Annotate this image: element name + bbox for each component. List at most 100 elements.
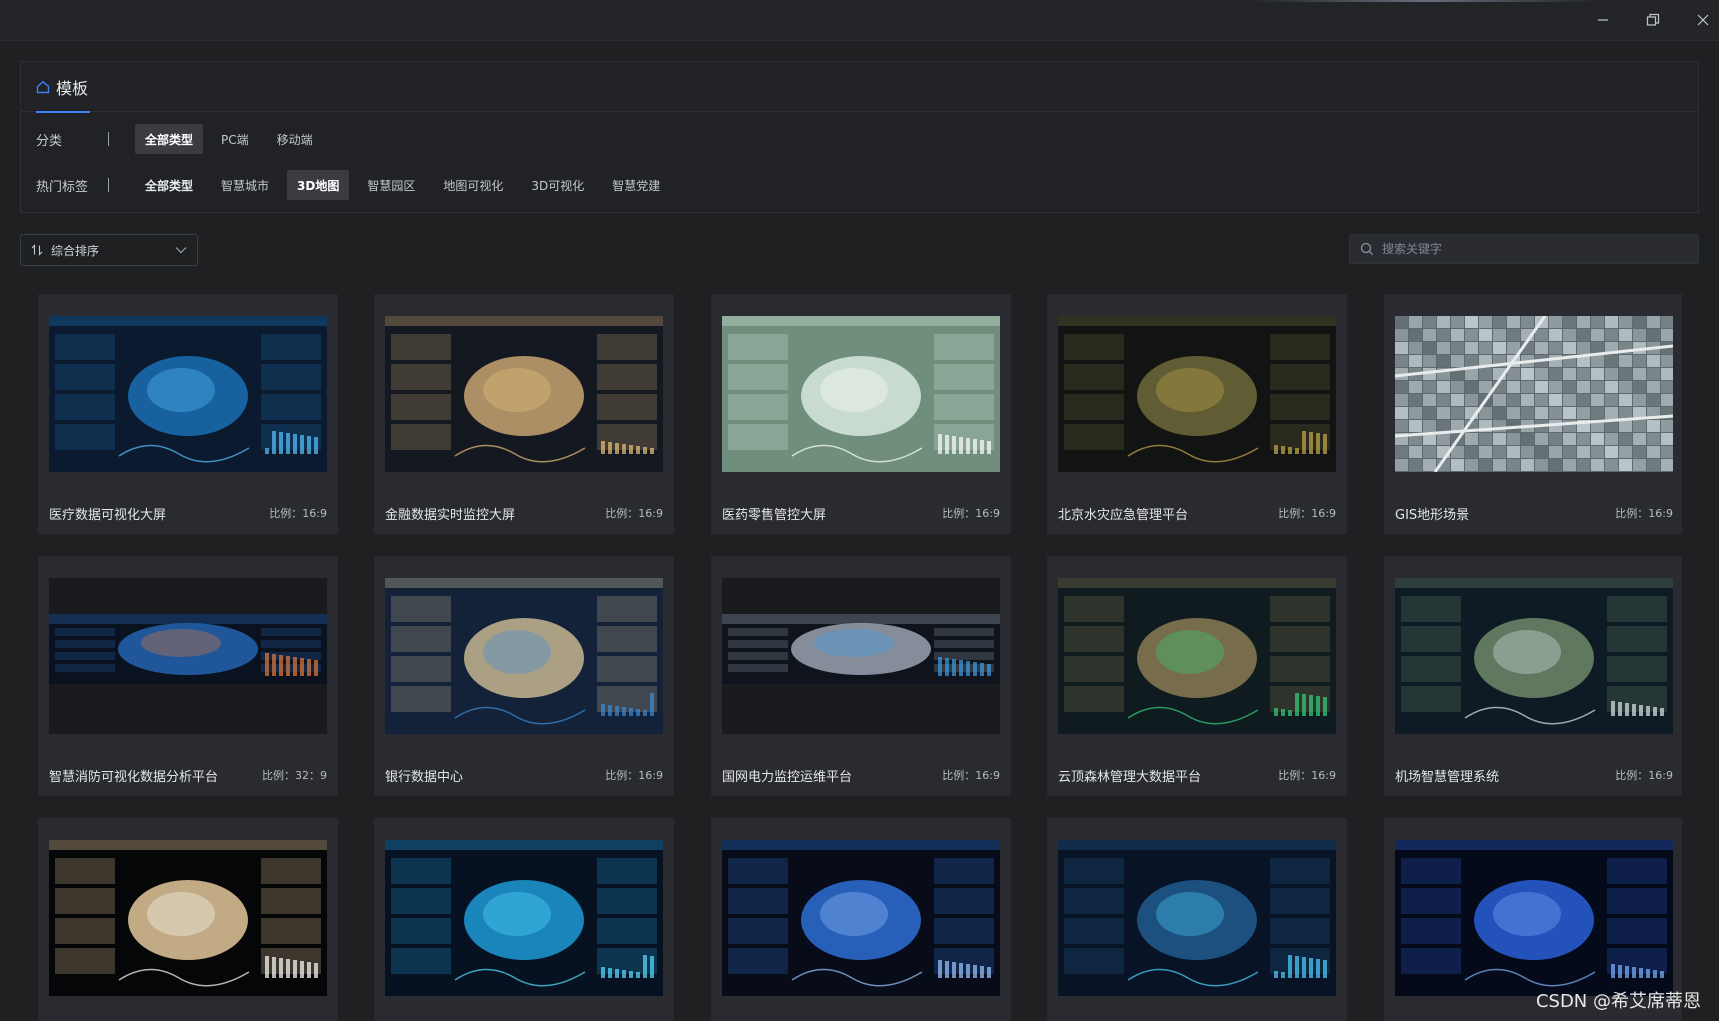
template-ratio: 比例：32：9 [262,769,327,782]
category-row: 分类 全部类型 PC端 移动端 [36,124,331,154]
thumbnail-art [722,578,1000,734]
thumbnail-art [49,316,327,472]
sort-dropdown-label: 综合排序 [51,243,100,258]
template-ratio: 比例：16:9 [1278,769,1336,782]
restore-icon [1646,13,1660,26]
template-card[interactable]: GIS地形场景 比例：16:9 [1384,294,1682,534]
template-card[interactable] [711,818,1011,1021]
template-card[interactable]: 医疗数据可视化大屏 比例：16:9 [38,294,338,534]
template-card[interactable]: 机场智慧管理系统 比例：16:9 [1384,556,1682,796]
category-chip-group: 全部类型 PC端 移动端 [135,124,331,154]
template-thumbnail [385,578,663,734]
template-thumbnail [1058,578,1336,734]
category-chip[interactable]: 移动端 [267,124,323,154]
template-card[interactable]: 智慧消防可视化数据分析平台 比例：32：9 [38,556,338,796]
template-name: 智慧消防可视化数据分析平台 [49,770,219,785]
template-thumbnail [1058,316,1336,472]
template-card[interactable]: 银行数据中心 比例：16:9 [374,556,674,796]
search-input[interactable] [1382,242,1682,256]
template-card[interactable]: 金融数据实时监控大屏 比例：16:9 [374,294,674,534]
template-thumbnail [49,578,327,734]
thumbnail-art [1058,840,1336,996]
thumbnail-art [385,840,663,996]
template-card[interactable]: 国网电力监控运维平台 比例：16:9 [711,556,1011,796]
template-card[interactable]: 医药零售管控大屏 比例：16:9 [711,294,1011,534]
template-ratio: 比例：16:9 [269,507,327,520]
template-ratio: 比例：16:9 [942,507,1000,520]
template-thumbnail [49,840,327,996]
template-card[interactable] [1047,818,1347,1021]
sort-dropdown[interactable]: 综合排序 [20,234,198,266]
thumbnail-art [1058,578,1336,734]
hot-tag-chip-group: 全部类型 智慧城市 3D地图 智慧园区 地图可视化 3D可视化 智慧党建 [135,170,678,200]
minimize-icon [1598,19,1608,21]
template-card[interactable]: 云顶森林管理大数据平台 比例：16:9 [1047,556,1347,796]
watermark: CSDN @希艾席蒂恩 [1535,991,1701,1012]
home-icon [36,80,50,94]
hot-tag-chip[interactable]: 3D可视化 [521,170,594,200]
template-ratio: 比例：16:9 [1615,507,1673,520]
search-box[interactable] [1349,234,1699,264]
template-grid: 医疗数据可视化大屏 比例：16:9 金融数据实时监控大屏 比例：16:9 医药零售管控大… [38,294,1682,1021]
thumbnail-art [49,840,327,996]
thumbnail-art [1395,840,1673,996]
minimize-button[interactable] [1583,6,1623,34]
thumbnail-art [1395,578,1673,734]
template-card[interactable] [38,818,338,1021]
template-thumbnail [722,578,1000,734]
tab-templates-label: 模板 [56,79,89,98]
thumbnail-art [385,316,663,472]
thumbnail-art [1395,316,1673,472]
hot-tags-row: 热门标签 全部类型 智慧城市 3D地图 智慧园区 地图可视化 3D可视化 智慧党建 [36,170,678,200]
template-thumbnail [1395,578,1673,734]
category-separator [108,132,109,146]
template-name: 医疗数据可视化大屏 [49,508,167,523]
template-name: 国网电力监控运维平台 [722,770,853,785]
sort-icon [31,244,43,256]
tab-active-indicator [36,111,90,113]
hot-tag-chip[interactable]: 3D地图 [287,170,350,200]
close-button[interactable] [1683,6,1719,34]
hot-tag-chip[interactable]: 全部类型 [135,170,203,200]
search-icon [1360,242,1373,255]
template-name: GIS地形场景 [1395,508,1470,523]
hot-tag-chip[interactable]: 智慧园区 [357,170,425,200]
template-name: 银行数据中心 [385,770,464,785]
thumbnail-art [1058,316,1336,472]
template-thumbnail [722,840,1000,996]
tab-templates[interactable]: 模板 [36,62,90,113]
category-chip[interactable]: 全部类型 [135,124,204,154]
template-thumbnail [1395,840,1673,996]
restore-button[interactable] [1633,6,1673,34]
category-label: 分类 [36,133,63,149]
template-ratio: 比例：16:9 [605,769,663,782]
template-ratio: 比例：16:9 [1278,507,1336,520]
titlebar-accent [1250,0,1600,2]
template-name: 机场智慧管理系统 [1395,770,1500,785]
filter-panel: 模板 分类 全部类型 PC端 移动端 热门标签 全部类型 智慧城市 3D地图 智慧园区 地图… [20,61,1699,213]
template-thumbnail [722,316,1000,472]
panel-header: 模板 [21,62,1698,113]
template-ratio: 比例：16:9 [605,507,663,520]
hot-tag-chip[interactable]: 地图可视化 [433,170,513,200]
template-card[interactable]: 北京水灾应急管理平台 比例：16:9 [1047,294,1347,534]
chevron-down-icon [175,247,187,254]
template-ratio: 比例：16:9 [942,769,1000,782]
template-card[interactable] [374,818,674,1021]
template-name: 云顶森林管理大数据平台 [1058,770,1202,785]
template-thumbnail [385,316,663,472]
hot-tags-label: 热门标签 [36,179,89,195]
template-thumbnail [1058,840,1336,996]
template-name: 金融数据实时监控大屏 [385,508,516,523]
thumbnail-art [722,840,1000,996]
close-icon [1697,14,1709,26]
window-titlebar [0,0,1719,41]
thumbnail-art [722,316,1000,472]
template-thumbnail [49,316,327,472]
hot-tag-chip[interactable]: 智慧党建 [602,170,670,200]
hot-tags-separator [108,178,109,192]
category-chip[interactable]: PC端 [211,124,259,154]
hot-tag-chip[interactable]: 智慧城市 [211,170,279,200]
thumbnail-art [49,578,327,734]
template-thumbnail [1395,316,1673,472]
